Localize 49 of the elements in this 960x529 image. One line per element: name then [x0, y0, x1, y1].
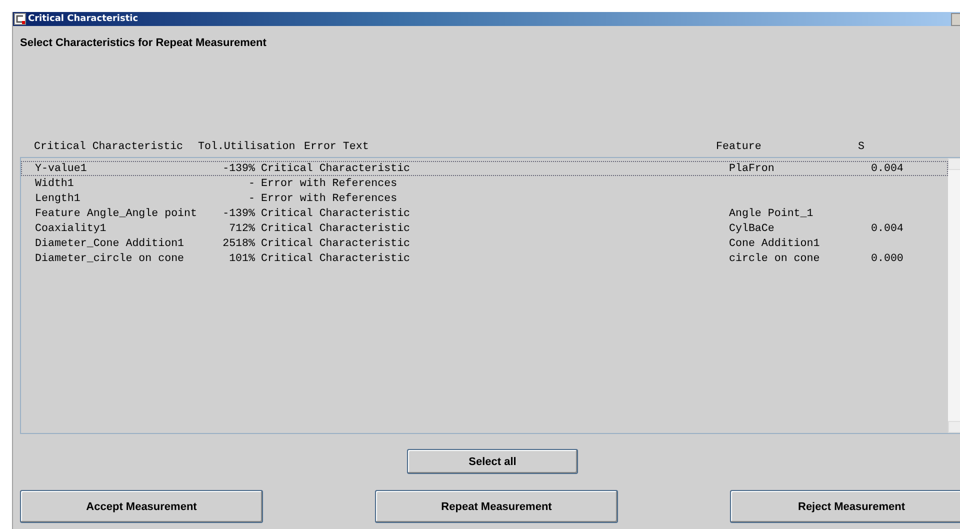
table-cell-text: Width1: [35, 178, 75, 190]
app-icon: [14, 13, 26, 25]
select-all-button[interactable]: Select all: [407, 449, 578, 474]
column-header: Error Text: [304, 141, 370, 153]
table-cell-text: Critical Characteristic: [261, 238, 412, 250]
dialog-button[interactable]: Repeat Measurement: [375, 490, 618, 523]
table-cell-text: Error with References: [261, 178, 398, 190]
list-row[interactable]: Length1 - Error with References: [21, 191, 948, 206]
table-cell-text: Angle Point_1: [729, 208, 814, 220]
table-cell-text: -139%: [222, 208, 255, 220]
dialog-button[interactable]: Reject Measurement: [730, 490, 960, 523]
table-cell-text: -: [248, 178, 255, 190]
list-row[interactable]: Coaxiality1 712% Critical Characteristic CylBaCe 0.004: [21, 221, 948, 236]
column-header: Feature: [716, 141, 762, 153]
table-cell-text: Feature Angle_Angle point: [35, 208, 198, 220]
table-cell-text: PlaFron: [729, 162, 776, 174]
table-cell-text: -: [248, 192, 255, 204]
table-cell-text: 0.000: [871, 252, 904, 264]
table-cell-text: Cone Addition1: [729, 238, 821, 250]
table-cell-text: 2518%: [222, 238, 255, 250]
table-cell-text: 712%: [228, 222, 255, 234]
list-row[interactable]: Diameter_circle on cone 101% Critical Characteristic circle on cone 0.000: [21, 251, 948, 266]
close-button[interactable]: [951, 13, 960, 26]
table-cell-text: Diameter_Cone Addition1: [35, 238, 186, 250]
table-cell-text: Error with References: [261, 192, 398, 204]
table-cell-text: Critical Characteristic: [261, 252, 412, 264]
table-cell-text: Length1: [35, 192, 82, 204]
table-cell-text: Critical Characteristic: [261, 208, 412, 220]
list-row[interactable]: Diameter_Cone Addition1 2518% Critical Characteristic Cone Addition1: [21, 236, 948, 251]
table-cell-text: Critical Characteristic: [261, 162, 412, 174]
table-cell-text: CylBaCe: [729, 222, 776, 234]
window-title: Critical Characteristic: [28, 14, 138, 24]
table-cell-text: 0.004: [871, 162, 904, 174]
table-cell-text: Diameter_circle on cone: [35, 252, 186, 264]
dialog-heading: Select Characteristics for Repeat Measurement: [20, 37, 268, 51]
dialog-button[interactable]: Accept Measurement: [20, 490, 263, 523]
table-cell-text: Y-value1: [35, 162, 88, 174]
list-row[interactable]: Width1 - Error with References: [21, 176, 948, 191]
table-cell-text: -139%: [222, 162, 255, 174]
scrollbar[interactable]: [948, 158, 960, 433]
table-cell-text: 0.004: [871, 222, 904, 234]
table-cell-text: Critical Characteristic: [261, 222, 412, 234]
column-header: Tol.Utilisation: [198, 141, 296, 153]
table-cell-text: Coaxiality1: [35, 222, 108, 234]
list-row[interactable]: Y-value1 -139% Critical Characteristic PlaFron 0.004: [21, 161, 948, 176]
list-row[interactable]: Feature Angle_Angle point -139% Critical Characteristic Angle Point_1: [21, 206, 948, 221]
column-header: S: [858, 141, 866, 153]
table-cell-text: 101%: [228, 252, 255, 264]
table-cell-text: circle on cone: [729, 252, 821, 264]
